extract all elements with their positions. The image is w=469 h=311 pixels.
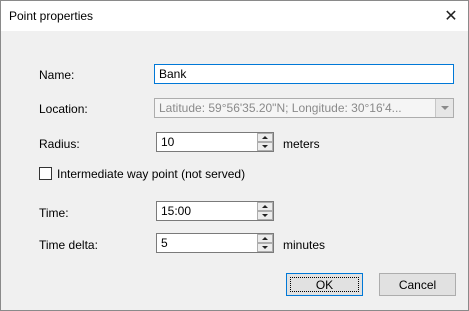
intermediate-label[interactable]: Intermediate way point (not served) [57, 167, 245, 181]
spin-up-icon [262, 237, 268, 240]
time-spinner[interactable]: 15:00 [156, 201, 274, 221]
time-spin-up[interactable] [257, 202, 273, 211]
cancel-button-label: Cancel [398, 277, 437, 292]
ok-button[interactable]: OK [286, 273, 363, 296]
location-combo[interactable]: Latitude: 59°56'35.20"N; Longitude: 30°1… [154, 98, 454, 118]
location-label: Location: [39, 102, 88, 116]
title-bar: Point properties ✕ [1, 1, 468, 31]
time-delta-spin-down[interactable] [257, 243, 273, 252]
time-spin-down[interactable] [257, 211, 273, 220]
chevron-down-icon [440, 106, 449, 110]
intermediate-checkbox[interactable] [39, 167, 52, 180]
dialog-title: Point properties [9, 9, 94, 23]
radius-label: Radius: [39, 137, 80, 151]
radius-unit: meters [283, 137, 320, 151]
name-input[interactable]: Bank [154, 64, 454, 84]
radius-spin-up[interactable] [257, 133, 273, 142]
location-dropdown-button[interactable] [435, 99, 453, 117]
point-properties-dialog: Point properties ✕ Name: Bank Location: … [0, 0, 469, 311]
spin-up-icon [262, 205, 268, 208]
time-delta-spinner[interactable]: 5 [156, 233, 274, 253]
spin-up-icon [262, 136, 268, 139]
spin-down-icon [262, 246, 268, 249]
close-icon: ✕ [444, 8, 458, 25]
cancel-button[interactable]: Cancel [379, 273, 456, 296]
location-value: Latitude: 59°56'35.20"N; Longitude: 30°1… [159, 101, 402, 115]
close-button[interactable]: ✕ [434, 1, 468, 31]
time-label: Time: [39, 206, 69, 220]
radius-spin-down[interactable] [257, 142, 273, 151]
time-delta-spin-up[interactable] [257, 234, 273, 243]
name-label: Name: [39, 68, 75, 82]
time-delta-label: Time delta: [39, 238, 98, 252]
time-delta-unit: minutes [283, 238, 326, 252]
radius-spinner[interactable]: 10 [156, 132, 274, 152]
spin-down-icon [262, 145, 268, 148]
spin-down-icon [262, 214, 268, 217]
